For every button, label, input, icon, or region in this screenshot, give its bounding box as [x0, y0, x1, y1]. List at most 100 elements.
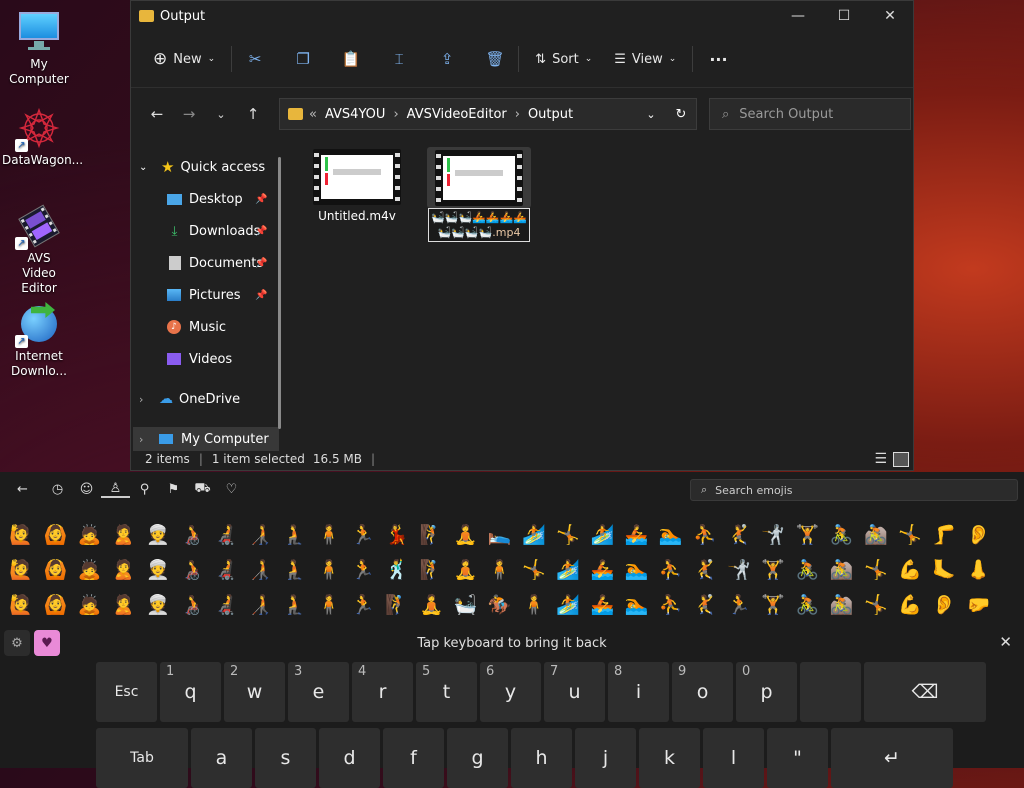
- breadcrumb-avsvideoeditor[interactable]: AVSVideoEditor: [407, 107, 507, 122]
- emoji-button[interactable]: 🧗: [380, 595, 414, 615]
- emoji-button[interactable]: 🤺: [722, 560, 756, 580]
- emoji-button[interactable]: 🏃: [346, 560, 380, 580]
- key-i[interactable]: 8i: [608, 662, 669, 722]
- key-h[interactable]: h: [511, 728, 572, 788]
- key-p[interactable]: 0p: [736, 662, 797, 722]
- emoji-button[interactable]: 🦵: [927, 525, 961, 545]
- emoji-button[interactable]: 🤸: [859, 560, 893, 580]
- minimize-button[interactable]: —: [775, 1, 821, 31]
- emoji-button[interactable]: 🏋: [790, 525, 824, 545]
- emoji-button[interactable]: 🧘: [448, 525, 482, 545]
- emoji-button[interactable]: 🤸: [517, 560, 551, 580]
- car-icon[interactable]: ⛟: [188, 481, 217, 498]
- rename-icon[interactable]: ⌶: [384, 43, 414, 75]
- emoji-button[interactable]: 🚴: [825, 525, 859, 545]
- emoji-button[interactable]: 🏊: [619, 560, 653, 580]
- address-dropdown-icon[interactable]: ⌄: [636, 108, 666, 121]
- emoji-button[interactable]: 👃: [961, 560, 995, 580]
- emoji-button[interactable]: 🤺: [756, 525, 790, 545]
- emoji-button[interactable]: 🧎: [278, 560, 312, 580]
- emoji-button[interactable]: 💃: [380, 525, 414, 545]
- nav-item-documents[interactable]: Documents 📌: [167, 251, 277, 275]
- scrollbar[interactable]: [278, 157, 281, 429]
- key-j[interactable]: j: [575, 728, 636, 788]
- emoji-button[interactable]: 🚣: [585, 595, 619, 615]
- emoji-button[interactable]: 🤾: [688, 560, 722, 580]
- key-r[interactable]: 4r: [352, 662, 413, 722]
- emoji-button[interactable]: 👳: [141, 525, 175, 545]
- emoji-button[interactable]: 🤛: [961, 595, 995, 615]
- key-q[interactable]: 1q: [160, 662, 221, 722]
- breadcrumb-output[interactable]: Output: [528, 107, 573, 122]
- emoji-button[interactable]: 🧍: [312, 525, 346, 545]
- key-e[interactable]: 3e: [288, 662, 349, 722]
- emoji-button[interactable]: 🙆: [38, 560, 72, 580]
- emoji-button[interactable]: 🙆: [38, 525, 72, 545]
- emoji-button[interactable]: 🙎: [107, 525, 141, 545]
- close-icon[interactable]: ✕: [999, 633, 1012, 651]
- emoji-button[interactable]: 🏄: [517, 525, 551, 545]
- key-o[interactable]: 9o: [672, 662, 733, 722]
- breadcrumb-separator[interactable]: ›: [393, 107, 398, 122]
- emoji-button[interactable]: 🧑‍🦽: [175, 525, 209, 545]
- emoji-button[interactable]: 🚴: [790, 595, 824, 615]
- emoji-button[interactable]: 🧎: [278, 595, 312, 615]
- flag-icon[interactable]: ⚑: [159, 482, 188, 497]
- emoji-button[interactable]: 🏄: [585, 525, 619, 545]
- heart-icon[interactable]: ♡: [217, 482, 246, 497]
- paste-icon[interactable]: 📋: [336, 43, 366, 75]
- file-item[interactable]: Untitled.m4v: [305, 149, 409, 223]
- file-item-selected[interactable]: 🛀🛀🛀🚣🚣🚣🚣🛀🛀🛀🛀.mp4: [427, 147, 531, 242]
- key-esc[interactable]: Esc: [96, 662, 157, 722]
- address-overflow[interactable]: «: [309, 107, 317, 122]
- key-⌫[interactable]: ⌫: [864, 662, 986, 722]
- key-f[interactable]: f: [383, 728, 444, 788]
- emoji-button[interactable]: 🧘: [448, 560, 482, 580]
- emoji-button[interactable]: 🧎: [278, 525, 312, 545]
- emoji-button[interactable]: 🏊: [654, 525, 688, 545]
- emoji-button[interactable]: 🧑‍🦼: [209, 560, 243, 580]
- copy-icon[interactable]: ❐: [288, 43, 318, 75]
- search-input[interactable]: ⌕ Search Output: [709, 98, 911, 130]
- emoji-button[interactable]: 🚣: [619, 525, 653, 545]
- emoji-button[interactable]: 🙋: [4, 525, 38, 545]
- forward-arrow-icon[interactable]: →: [173, 105, 205, 123]
- emoji-button[interactable]: 🛀: [448, 595, 482, 615]
- key-l[interactable]: l: [703, 728, 764, 788]
- emoji-button[interactable]: 🤾: [688, 595, 722, 615]
- emoji-button[interactable]: 🤸: [551, 525, 585, 545]
- refresh-icon[interactable]: ↻: [666, 107, 696, 122]
- emoji-button[interactable]: ⛹: [654, 595, 688, 615]
- nav-item-music[interactable]: ♪ Music: [167, 315, 226, 339]
- emoji-button[interactable]: 🧑‍🦯: [243, 560, 277, 580]
- emoji-button[interactable]: 🧑‍🦽: [175, 560, 209, 580]
- emoji-button[interactable]: 🧑‍🦯: [243, 595, 277, 615]
- emoji-button[interactable]: 🛌: [483, 525, 517, 545]
- key-u[interactable]: 7u: [544, 662, 605, 722]
- emoji-button[interactable]: 🏃: [722, 595, 756, 615]
- emoji-button[interactable]: 🏃: [346, 525, 380, 545]
- emoji-search-input[interactable]: ⌕ Search emojis: [690, 479, 1018, 501]
- emoji-button[interactable]: 🏋: [756, 595, 790, 615]
- emoji-button[interactable]: 🧑‍🦼: [209, 595, 243, 615]
- key-tab[interactable]: Tab: [96, 728, 188, 788]
- file-name-edit-field[interactable]: 🛀🛀🛀🚣🚣🚣🚣🛀🛀🛀🛀.mp4: [428, 208, 530, 242]
- emoji-button[interactable]: 🚴: [790, 560, 824, 580]
- emoji-button[interactable]: 👳: [141, 595, 175, 615]
- address-bar[interactable]: « AVS4YOU › AVSVideoEditor › Output ⌄ ↻: [279, 98, 697, 130]
- key-↵[interactable]: ↵: [831, 728, 953, 788]
- emoji-button[interactable]: 🙋: [4, 560, 38, 580]
- emoji-button[interactable]: 🧍: [517, 595, 551, 615]
- maximize-button[interactable]: ☐: [821, 1, 867, 31]
- key-a[interactable]: a: [191, 728, 252, 788]
- emoji-button[interactable]: 🧘: [414, 595, 448, 615]
- emoji-button[interactable]: 🧍: [312, 560, 346, 580]
- view-button[interactable]: ☰ View ⌄: [606, 43, 684, 75]
- emoji-button[interactable]: ⛹: [654, 560, 688, 580]
- recent-locations-icon[interactable]: ⌄: [205, 108, 237, 121]
- emoji-button[interactable]: 🏋: [756, 560, 790, 580]
- close-button[interactable]: ✕: [867, 1, 913, 31]
- nav-item-pictures[interactable]: Pictures 📌: [167, 283, 277, 307]
- emoji-button[interactable]: 🕺: [380, 560, 414, 580]
- delete-icon[interactable]: 🗑: [480, 43, 510, 75]
